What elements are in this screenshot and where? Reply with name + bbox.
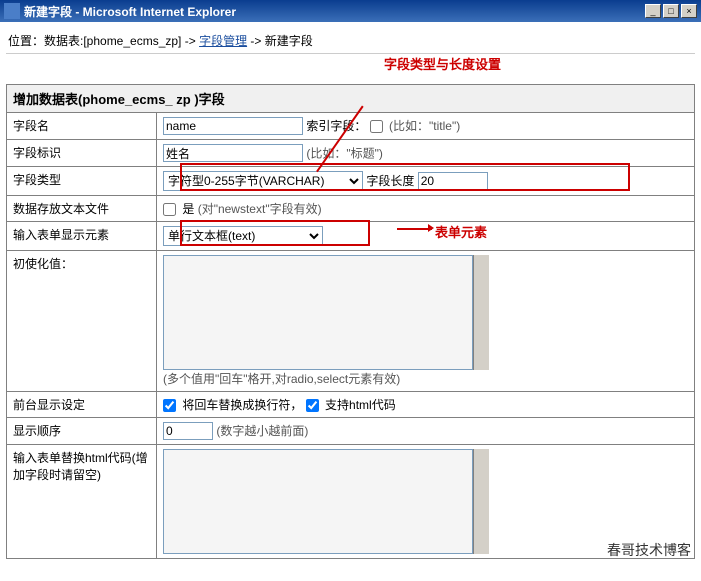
index-field-checkbox[interactable]	[370, 120, 383, 133]
cell-front-disp: 将回车替换成换行符， 支持html代码	[157, 392, 695, 418]
annotation-type-length: 字段类型与长度设置	[384, 54, 501, 73]
cell-store-text: 是 (对"newstext"字段有效)	[157, 196, 695, 222]
label-field-type: 字段类型	[7, 167, 157, 196]
cell-field-ident: (比如："标题")	[157, 140, 695, 167]
store-text-checkbox[interactable]	[163, 203, 176, 216]
breadcrumb: 位置：数据表:[phome_ecms_zp] -> 字段管理 -> 新建字段	[6, 28, 695, 54]
field-ident-input[interactable]	[163, 144, 303, 162]
content-area: 位置：数据表:[phome_ecms_zp] -> 字段管理 -> 新建字段 字…	[0, 22, 701, 565]
window-buttons: _ □ ×	[645, 4, 697, 18]
order-hint: (数字越小越前面)	[216, 424, 308, 438]
field-length-input[interactable]	[418, 172, 488, 190]
label-order: 显示顺序	[7, 418, 157, 445]
cell-order: (数字越小越前面)	[157, 418, 695, 445]
label-form-elem: 输入表单显示元素	[7, 222, 157, 251]
support-html-label: 支持html代码	[325, 398, 396, 412]
title-bar: 新建字段 - Microsoft Internet Explorer _ □ ×	[0, 0, 701, 22]
watermark: 春哥技术博客	[607, 540, 691, 560]
cell-field-type: 字符型0-255字节(VARCHAR) 字段长度	[157, 167, 695, 196]
label-store-text: 数据存放文本文件	[7, 196, 157, 222]
label-html-replace: 输入表单替换html代码(增加字段时请留空)	[7, 445, 157, 559]
breadcrumb-suffix: -> 新建字段	[247, 34, 313, 48]
window-title: 新建字段 - Microsoft Internet Explorer	[24, 3, 645, 20]
label-field-ident: 字段标识	[7, 140, 157, 167]
field-type-select[interactable]: 字符型0-255字节(VARCHAR)	[163, 171, 363, 191]
field-length-label: 字段长度	[366, 174, 414, 188]
order-input[interactable]	[163, 422, 213, 440]
replace-newline-label: 将回车替换成换行符，	[182, 398, 302, 412]
field-name-hint: (比如："title")	[389, 119, 460, 133]
store-text-cb-label: 是	[182, 202, 194, 216]
label-init-val: 初使化值：	[7, 251, 157, 392]
init-value-textarea[interactable]	[163, 255, 473, 370]
replace-newline-checkbox[interactable]	[163, 399, 176, 412]
form-table: 增加数据表(phome_ecms_ zp )字段 字段名 索引字段： (比如："…	[6, 84, 695, 559]
support-html-checkbox[interactable]	[306, 399, 319, 412]
field-name-input[interactable]	[163, 117, 303, 135]
form-element-select[interactable]: 单行文本框(text)	[163, 226, 323, 246]
store-text-hint: (对"newstext"字段有效)	[198, 202, 322, 216]
init-val-hint: (多个值用"回车"格开,对radio,select元素有效)	[163, 370, 688, 387]
form-header: 增加数据表(phome_ecms_ zp )字段	[7, 85, 695, 113]
breadcrumb-link[interactable]: 字段管理	[199, 34, 247, 48]
field-ident-hint: (比如："标题")	[306, 147, 383, 161]
cell-field-name: 索引字段： (比如："title")	[157, 113, 695, 140]
annotation-arrow-icon	[428, 224, 434, 232]
breadcrumb-prefix: 位置：数据表:[phome_ecms_zp] ->	[8, 34, 199, 48]
ie-icon	[4, 3, 20, 19]
minimize-button[interactable]: _	[645, 4, 661, 18]
label-front-disp: 前台显示设定	[7, 392, 157, 418]
cell-init-val: (多个值用"回车"格开,对radio,select元素有效)	[157, 251, 695, 392]
close-button[interactable]: ×	[681, 4, 697, 18]
maximize-button[interactable]: □	[663, 4, 679, 18]
label-field-name: 字段名	[7, 113, 157, 140]
scrollbar-icon[interactable]	[473, 255, 489, 370]
html-replace-textarea[interactable]	[163, 449, 473, 554]
cell-form-elem: 单行文本框(text)	[157, 222, 695, 251]
scrollbar-icon[interactable]	[473, 449, 489, 554]
annotation-form-element: 表单元素	[435, 222, 487, 241]
index-field-label: 索引字段：	[306, 119, 366, 133]
